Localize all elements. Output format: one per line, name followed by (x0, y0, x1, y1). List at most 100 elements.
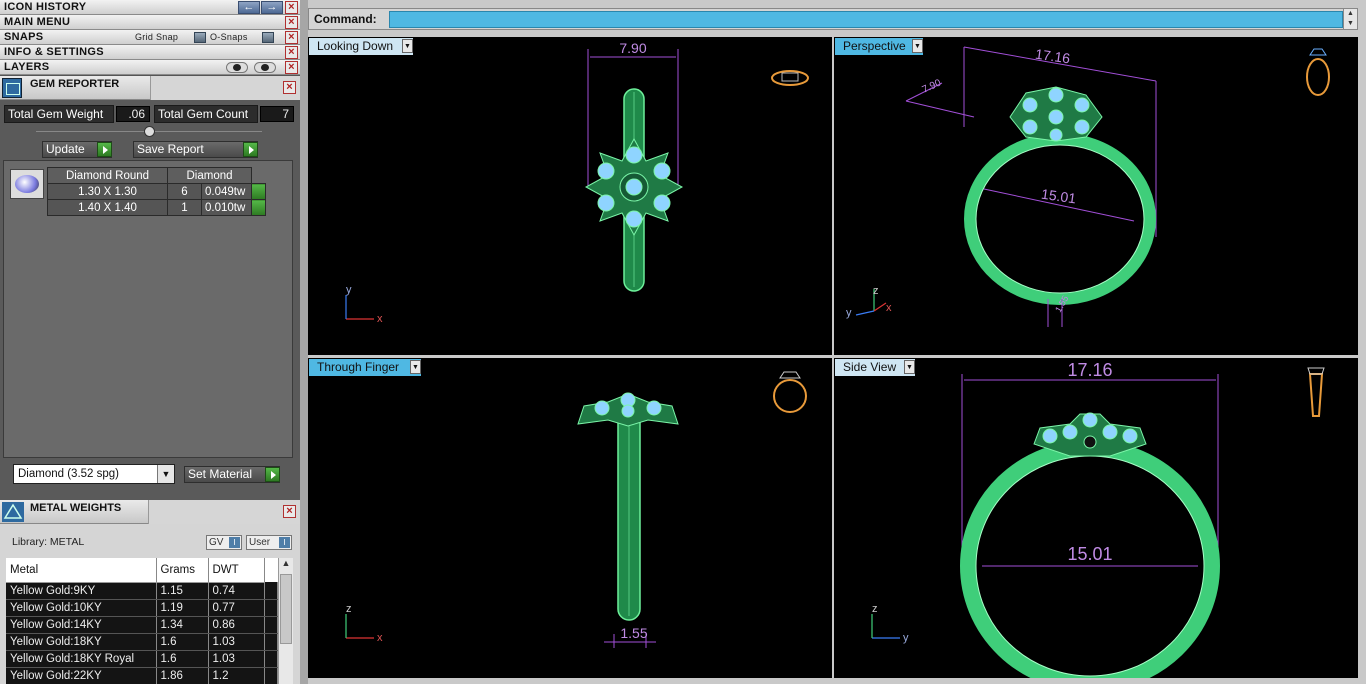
viewport-side-label: Side View (843, 360, 897, 374)
metal-table-scrollbar[interactable]: ▲ (278, 558, 293, 684)
axis-y-label: y (846, 307, 852, 319)
ring-thumbnail-icon (1307, 367, 1325, 417)
table-row[interactable]: Yellow Gold:9KY 1.15 0.74 (6, 582, 278, 600)
viewport-perspective-tab[interactable]: Perspective ▼ (835, 38, 923, 55)
table-row[interactable]: Yellow Gold:22KY 1.86 1.2 (6, 667, 278, 684)
play-icon[interactable] (251, 183, 266, 200)
left-panel: ICON HISTORY ← → × MAIN MENU × SNAPS Gri… (0, 0, 300, 684)
scrollbar-thumb[interactable] (280, 574, 292, 644)
grid-snap-toggle[interactable] (194, 32, 206, 43)
command-label: Command: (314, 12, 377, 26)
panel-divider[interactable] (300, 0, 308, 684)
o-snaps-toggle[interactable] (262, 32, 274, 43)
dimension-label: 1.55 (620, 625, 647, 641)
save-report-button[interactable]: Save Report (133, 141, 258, 158)
chevron-down-icon[interactable]: ▼ (157, 465, 174, 483)
viewport-finger[interactable]: 1.55 z x Through Finger ▼ (308, 358, 832, 678)
play-icon (97, 142, 112, 157)
save-report-label: Save Report (137, 142, 204, 156)
table-row[interactable]: Yellow Gold:10KY 1.19 0.77 (6, 599, 278, 617)
viewport-side-tab[interactable]: Side View ▼ (835, 359, 915, 376)
layer-lock-icon[interactable] (226, 62, 248, 73)
ring-thumbnail-icon (1306, 48, 1330, 96)
grams-value: 1.6 (156, 633, 209, 651)
eye-icon[interactable] (254, 62, 276, 73)
icon-history-header[interactable]: ICON HISTORY ← → × (0, 0, 300, 15)
metal-table: Metal Grams DWT Yellow Gold:9KY 1.15 0.74 … (6, 558, 278, 684)
metal-weights-header: METAL WEIGHTS × (0, 500, 300, 524)
table-row[interactable]: Yellow Gold:18KY Royal 1.6 1.03 (6, 650, 278, 668)
scroll-up-icon[interactable]: ▲ (279, 558, 293, 572)
snaps-header[interactable]: SNAPS Grid Snap O-Snaps × (0, 30, 300, 45)
gem-slider[interactable] (36, 126, 262, 137)
dimension-label: 7.90 (619, 40, 646, 56)
gem-row[interactable]: 1.30 X 1.30 6 0.049tw (47, 183, 266, 200)
info-settings-label: INFO & SETTINGS (4, 46, 104, 58)
user-toggle[interactable]: User I (246, 535, 292, 550)
panel-tab (148, 500, 300, 524)
viewport-finger-tab[interactable]: Through Finger ▼ (309, 359, 421, 376)
gv-toggle[interactable]: GV I (206, 535, 242, 550)
viewport-perspective[interactable]: 17.16 7.90 15.01 1.55 z x y Perspective … (834, 37, 1358, 355)
gem-count: 6 (167, 183, 202, 200)
metal-weights-body: Library: METAL GV I User I Metal Grams DWT… (0, 524, 300, 684)
chevron-down-icon[interactable]: ▼ (410, 360, 421, 374)
metal-name: Yellow Gold:9KY (6, 582, 157, 600)
close-icon[interactable]: × (285, 46, 298, 59)
chevron-down-icon[interactable]: ▼ (402, 39, 413, 53)
metal-name: Yellow Gold:10KY (6, 599, 157, 617)
grams-value: 1.86 (156, 667, 209, 684)
dimension-label: 17.16 (1034, 46, 1071, 67)
update-button[interactable]: Update (42, 141, 112, 158)
gem-size: 1.30 X 1.30 (47, 183, 168, 200)
set-material-button[interactable]: Set Material (184, 466, 280, 483)
metal-column-header[interactable]: Metal (6, 558, 157, 583)
gem-row[interactable]: 1.40 X 1.40 1 0.010tw (47, 199, 266, 216)
grams-value: 1.15 (156, 582, 209, 600)
update-label: Update (46, 142, 85, 156)
close-icon[interactable]: × (283, 505, 296, 518)
viewport-side[interactable]: 17.16 15.01 z y Side View ▼ (834, 358, 1358, 678)
forward-arrow-icon[interactable]: → (261, 1, 283, 14)
axis-z-label: z (346, 603, 352, 615)
chevron-down-icon[interactable]: ▼ (904, 360, 915, 374)
finger-view-canvas: 1.55 z x (345, 371, 807, 648)
command-input[interactable] (389, 11, 1343, 28)
grid-snap-label: Grid Snap (135, 32, 179, 42)
command-spinner[interactable]: ▲ ▼ (1343, 9, 1357, 29)
dwt-column-header[interactable]: DWT (208, 558, 265, 583)
user-label: User (249, 537, 271, 548)
back-arrow-icon[interactable]: ← (238, 1, 260, 14)
grams-value: 1.6 (156, 650, 209, 668)
dimension-label: 7.90 (921, 77, 944, 95)
layers-header[interactable]: LAYERS × (0, 60, 300, 75)
slider-handle[interactable] (144, 126, 155, 137)
info-settings-header[interactable]: INFO & SETTINGS × (0, 45, 300, 60)
viewport-top[interactable]: 7.90 y x Looking Down ▼ (308, 37, 832, 355)
axis-z-label: z (872, 603, 878, 615)
grams-column-header[interactable]: Grams (156, 558, 209, 583)
play-icon[interactable] (251, 199, 266, 216)
material-select[interactable]: Diamond (3.52 spg) ▼ (13, 464, 175, 484)
rhino-app: ICON HISTORY ← → × MAIN MENU × SNAPS Gri… (0, 0, 1366, 684)
icon-history-label: ICON HISTORY (4, 1, 87, 13)
axis-x-label: x (886, 302, 892, 314)
close-icon[interactable]: × (285, 61, 298, 74)
gem-type-header: Diamond (167, 167, 252, 184)
command-bar: Command: ▲ ▼ (308, 8, 1358, 30)
table-row[interactable]: Yellow Gold:14KY 1.34 0.86 (6, 616, 278, 634)
table-row[interactable]: Yellow Gold:18KY 1.6 1.03 (6, 633, 278, 651)
close-icon[interactable]: × (283, 81, 296, 94)
gem-weight: 0.049tw (201, 183, 252, 200)
close-icon[interactable]: × (285, 1, 298, 14)
viewport-top-tab[interactable]: Looking Down ▼ (309, 38, 413, 55)
viewport-top-label: Looking Down (317, 39, 394, 53)
chevron-down-icon[interactable]: ▼ (912, 39, 923, 53)
dwt-value: 1.03 (208, 633, 265, 651)
close-icon[interactable]: × (285, 16, 298, 29)
grams-value: 1.19 (156, 599, 209, 617)
diamond-icon[interactable] (10, 169, 44, 199)
gem-reporter-title: GEM REPORTER (30, 78, 120, 90)
close-icon[interactable]: × (285, 31, 298, 44)
main-menu-header[interactable]: MAIN MENU × (0, 15, 300, 30)
